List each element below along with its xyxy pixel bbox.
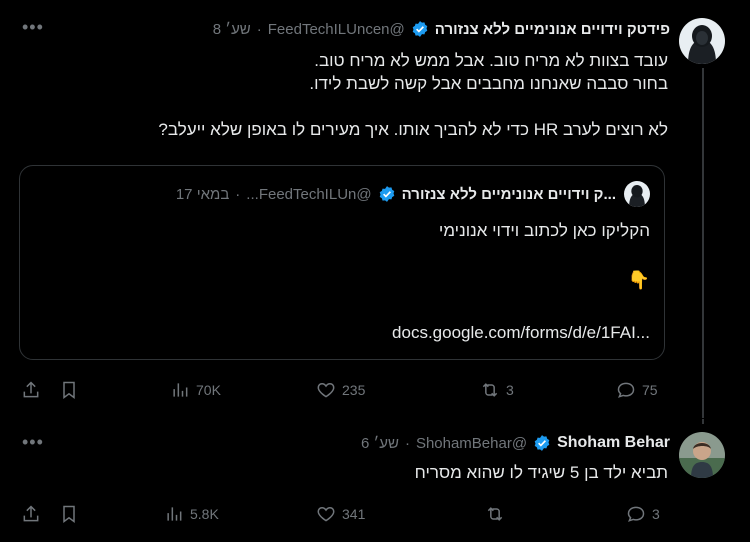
- timestamp[interactable]: שע׳ 8: [213, 21, 251, 38]
- bookmark-icon: [63, 505, 75, 523]
- views-icon: [173, 383, 188, 397]
- views-button[interactable]: 5.8K: [164, 504, 219, 524]
- reply-icon: [627, 506, 645, 522]
- quote-avatar: [624, 181, 650, 207]
- views-icon: [167, 507, 182, 521]
- like-button[interactable]: 341: [316, 504, 365, 524]
- retweet-button[interactable]: 3: [480, 380, 514, 400]
- reply-text: תביא ילד בן 5 שיגיד לו שהוא מסריח: [414, 463, 668, 482]
- like-button[interactable]: 235: [316, 380, 365, 400]
- share-button[interactable]: [21, 504, 41, 524]
- views-count: 70K: [196, 382, 221, 398]
- quote-handle: @FeedTechILUn...: [246, 185, 372, 203]
- separator: ·: [404, 434, 410, 452]
- quote-header: ...ק וידויים אנונימיים ללא צנזורה @FeedT…: [176, 185, 616, 203]
- post-line: בחור סבבה שאנחנו מחבבים אבל קשה לשבת ליד…: [309, 74, 668, 93]
- reply-button[interactable]: 3: [626, 504, 660, 524]
- verified-icon: [379, 186, 394, 202]
- like-icon: [317, 506, 335, 522]
- reply-icon: [617, 382, 635, 398]
- thread-line: [702, 68, 704, 424]
- retweet-icon: [487, 507, 503, 521]
- reply-handle[interactable]: @ShohamBehar: [416, 435, 527, 452]
- replies-count: 3: [652, 506, 660, 522]
- share-icon: [23, 505, 39, 522]
- like-icon: [317, 382, 335, 398]
- reply-timestamp[interactable]: שע׳ 6: [361, 435, 399, 452]
- bookmark-button[interactable]: [59, 504, 79, 524]
- quote-link[interactable]: docs.google.com/forms/d/e/1FAI...: [50, 321, 650, 344]
- post-line: עובד בצוות לא מריח טוב. אבל ממש לא מריח …: [314, 51, 668, 70]
- verified-icon: [534, 435, 550, 451]
- divider: [0, 418, 750, 419]
- author-handle[interactable]: @FeedTechILUncen: [268, 21, 405, 38]
- retweet-button[interactable]: [485, 504, 511, 524]
- quote-author-name: ...ק וידויים אנונימיים ללא צנזורה: [401, 185, 616, 203]
- post-line: [28, 95, 668, 118]
- retweets-count: 3: [506, 382, 514, 398]
- more-icon[interactable]: •••: [22, 432, 44, 453]
- views-count: 5.8K: [190, 506, 219, 522]
- post-text: עובד בצוות לא מריח טוב. אבל ממש לא מריח …: [28, 49, 668, 141]
- avatar[interactable]: [679, 18, 725, 64]
- post-line: לא רוצים לערב HR כדי לא להביך אותו. איך …: [158, 120, 668, 139]
- reply-avatar[interactable]: [679, 432, 725, 478]
- quote-text: הקליקו כאן לכתוב וידוי אנונימי: [438, 221, 650, 240]
- reply-author-name[interactable]: Shoham Behar: [557, 434, 670, 452]
- post-header: פידטק וידויים אנונימיים ללא צנזורה @Feed…: [213, 20, 670, 38]
- reply-header: Shoham Behar @ShohamBehar · שע׳ 6: [361, 434, 670, 452]
- bookmark-button[interactable]: [59, 380, 79, 400]
- quoted-post[interactable]: ...ק וידויים אנונימיים ללא צנזורה @FeedT…: [19, 165, 665, 360]
- retweet-icon: [482, 383, 498, 397]
- likes-count: 341: [342, 506, 366, 522]
- share-button[interactable]: [21, 380, 41, 400]
- separator: ·: [235, 185, 241, 203]
- more-icon[interactable]: •••: [22, 17, 44, 38]
- verified-icon: [412, 21, 428, 37]
- quote-timestamp: במאי 17: [175, 185, 230, 203]
- separator: ·: [256, 20, 262, 38]
- views-button[interactable]: 70K: [170, 380, 221, 400]
- replies-count: 75: [642, 382, 658, 398]
- likes-count: 235: [342, 382, 366, 398]
- reply-button[interactable]: 75: [616, 380, 658, 400]
- pointing-down-emoji: 👇: [627, 270, 650, 290]
- share-icon: [23, 381, 39, 398]
- bookmark-icon: [63, 381, 75, 399]
- author-name[interactable]: פידטק וידויים אנונימיים ללא צנזורה: [435, 21, 670, 38]
